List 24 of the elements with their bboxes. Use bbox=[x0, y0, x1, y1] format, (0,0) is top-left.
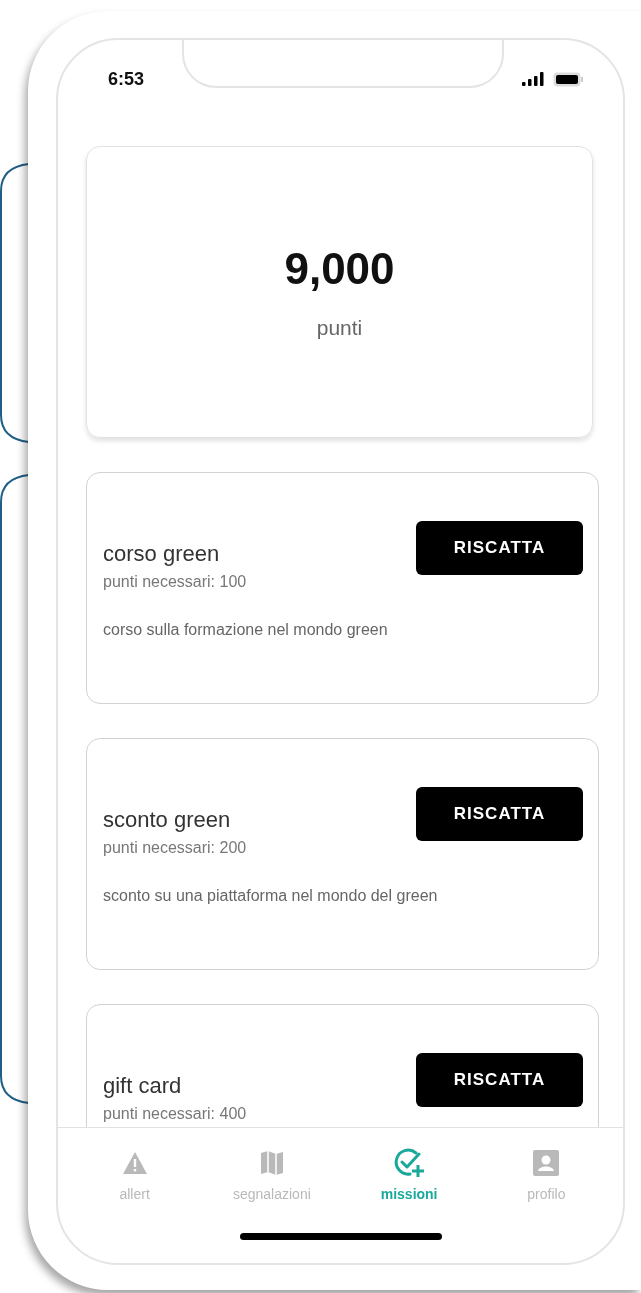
redeem-button[interactable]: RISCATTA bbox=[416, 1053, 583, 1107]
reward-description: corso sulla formazione nel mondo green bbox=[103, 621, 389, 639]
points-required: punti necessari: 100 bbox=[103, 573, 247, 591]
points-required: punti necessari: 400 bbox=[103, 1105, 247, 1123]
nav-tab[interactable]: profilo bbox=[486, 1148, 607, 1217]
warning-icon bbox=[121, 1151, 148, 1175]
reward-title: gift card bbox=[103, 1073, 183, 1099]
points-value: 9,000 bbox=[284, 244, 395, 294]
status-time: 6:53 bbox=[108, 68, 145, 90]
nav-tab[interactable]: missioni bbox=[349, 1148, 470, 1217]
map-icon bbox=[259, 1150, 284, 1176]
reward-title: sconto green bbox=[103, 807, 232, 833]
battery-icon bbox=[553, 71, 583, 87]
points-required: punti necessari: 200 bbox=[103, 839, 247, 857]
signal-icon bbox=[522, 72, 545, 86]
redeem-button[interactable]: RISCATTA bbox=[416, 521, 583, 575]
reward-description: sconto su una piattaforma nel mondo del green bbox=[103, 887, 439, 905]
reward-title: corso green bbox=[103, 541, 221, 567]
points-label: punti bbox=[316, 316, 363, 340]
profile-icon bbox=[533, 1150, 560, 1176]
nav-tab[interactable]: segnalazioni bbox=[211, 1148, 332, 1217]
check-plus-icon bbox=[394, 1148, 425, 1178]
redeem-button[interactable]: RISCATTA bbox=[416, 787, 583, 841]
nav-tab[interactable]: allert bbox=[74, 1148, 195, 1217]
